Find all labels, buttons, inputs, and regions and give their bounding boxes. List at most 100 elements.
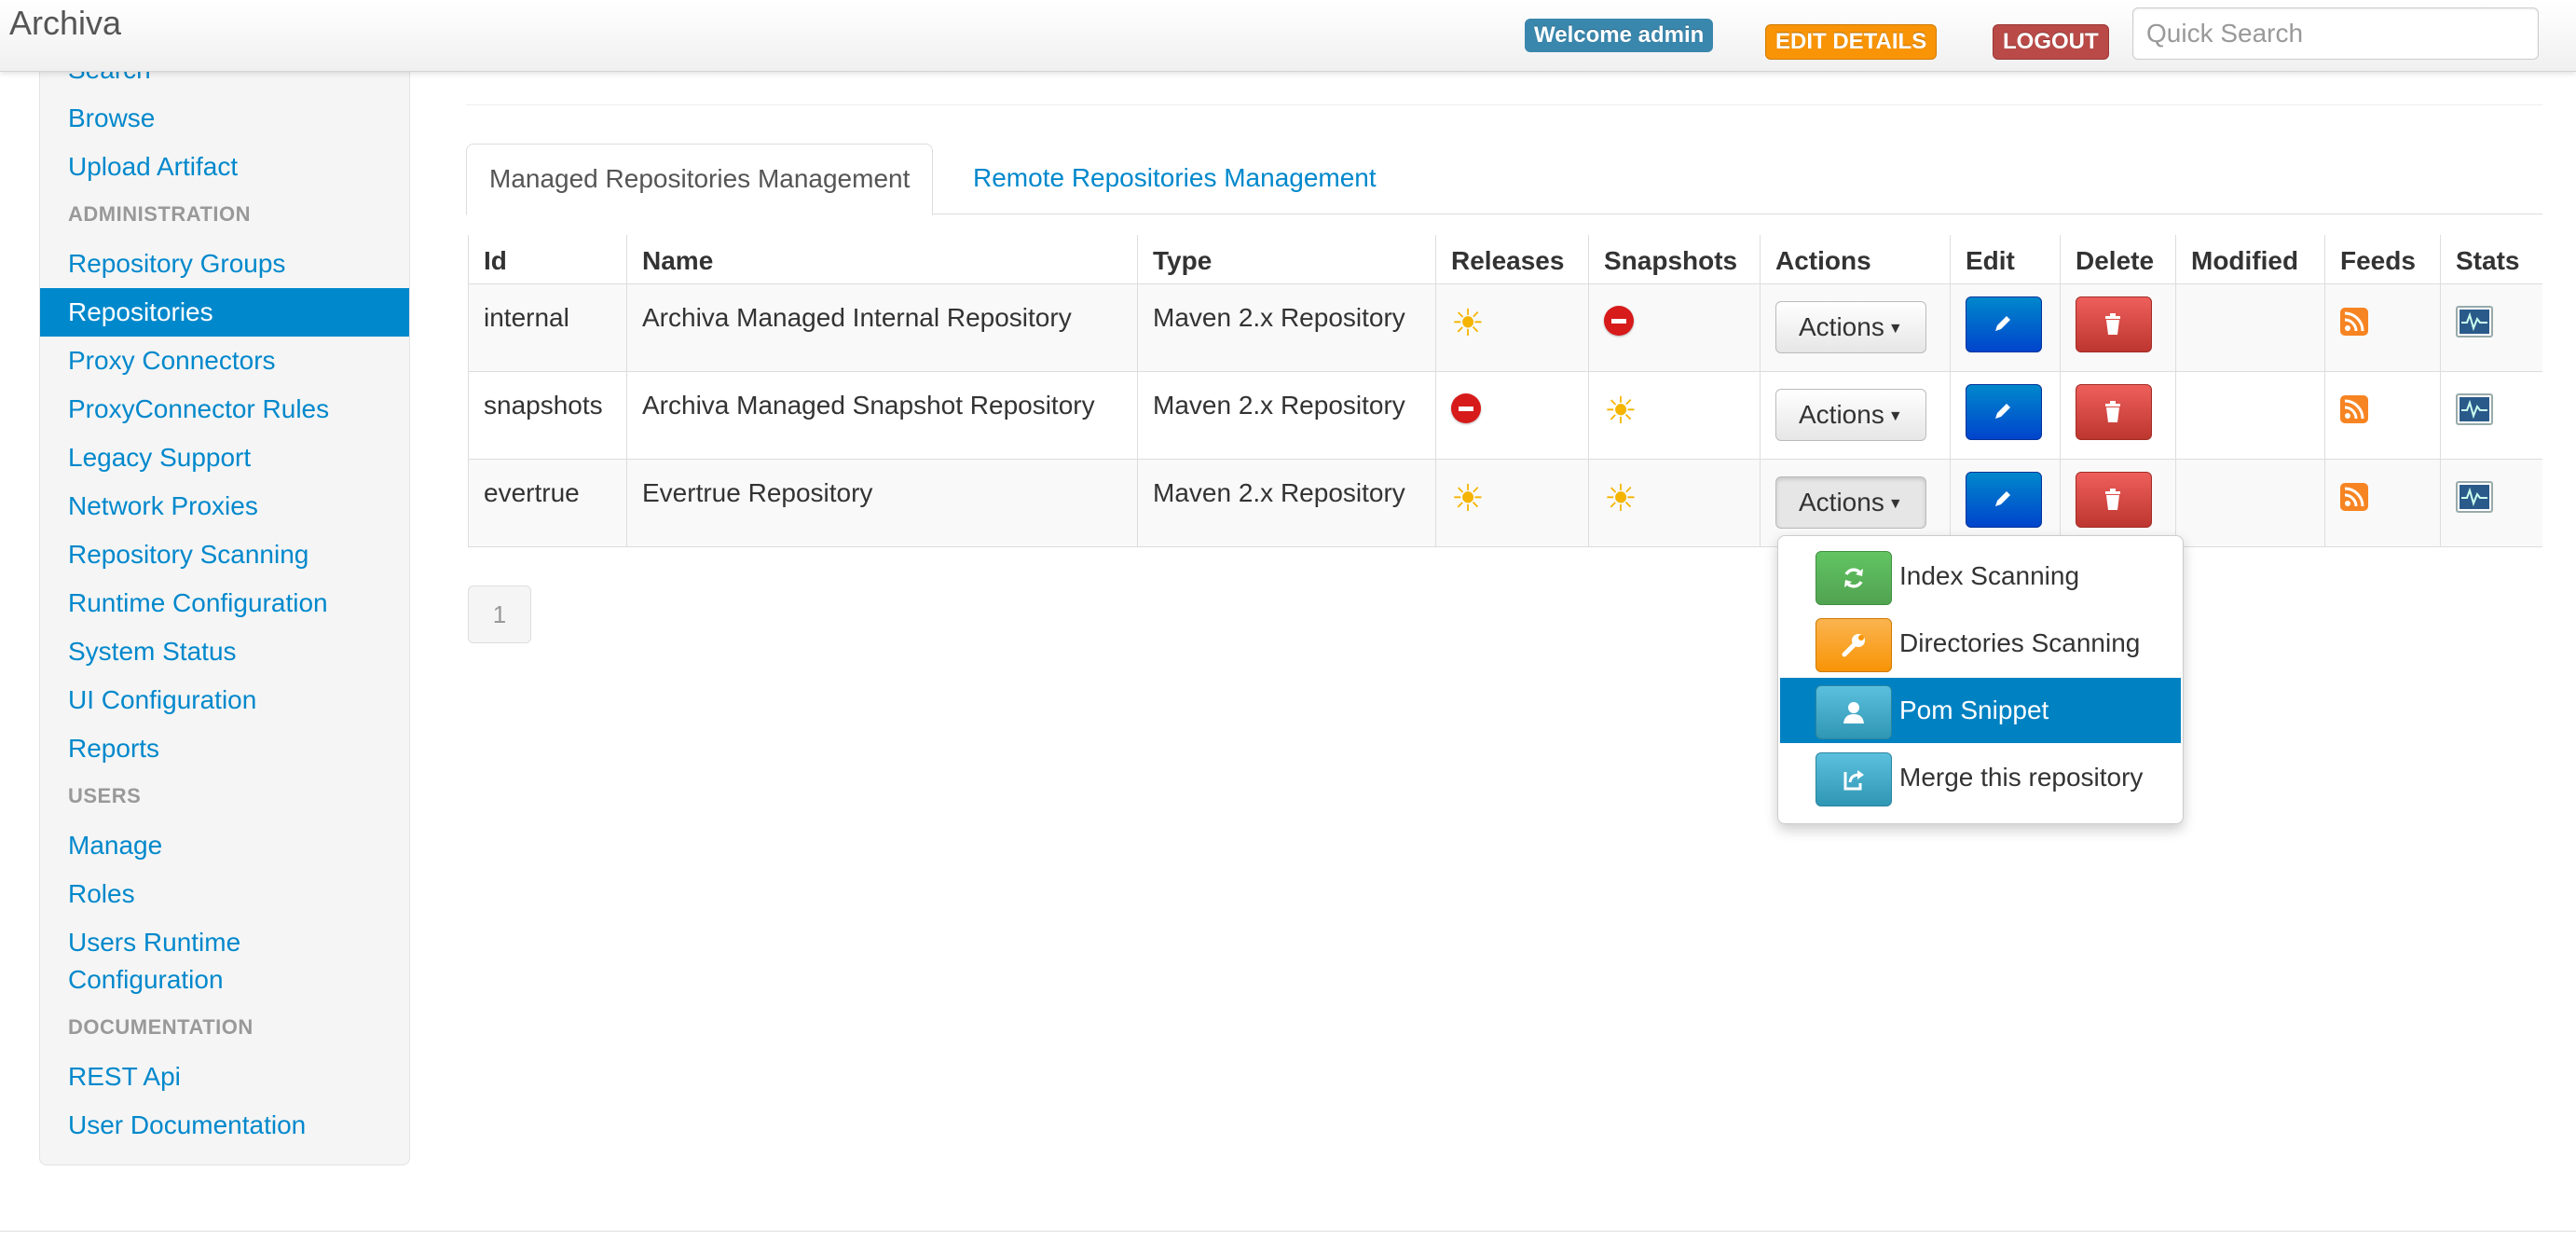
sidebar-item-system-status[interactable]: System Status	[40, 627, 409, 676]
sun-icon: ☀	[1604, 478, 1637, 519]
sidebar-item-legacy-support[interactable]: Legacy Support	[40, 434, 409, 482]
actions-label: Actions	[1799, 312, 1884, 341]
table-row: evertrue Evertrue Repository Maven 2.x R…	[468, 458, 2542, 547]
welcome-label: Welcome admin	[1525, 19, 1714, 52]
sidebar-item-users-runtime-configuration[interactable]: Users Runtime Configuration	[40, 924, 320, 999]
repo-id: evertrue	[484, 478, 580, 507]
delete-button[interactable]	[2076, 471, 2152, 528]
sidebar-item-rest-api[interactable]: REST Api	[40, 1053, 409, 1101]
menu-item-label: Pom Snippet	[1899, 696, 2049, 724]
repo-id: snapshots	[484, 391, 603, 420]
stats-icon[interactable]	[2456, 393, 2493, 425]
sidebar-item-reports[interactable]: Reports	[40, 724, 409, 773]
pencil-icon	[1995, 490, 2010, 506]
rss-feed-icon[interactable]	[2340, 483, 2368, 511]
sidebar-item-repositories[interactable]: Repositories	[40, 288, 409, 337]
pagination-page-1[interactable]: 1	[468, 586, 531, 643]
no-entry-icon	[1604, 306, 1634, 336]
repo-name: Archiva Managed Internal Repository	[642, 303, 1072, 332]
column-header-snapshots[interactable]: Snapshots	[1588, 235, 1761, 283]
tab-managed-repositories[interactable]: Managed Repositories Management	[466, 144, 934, 215]
sidebar-header-documentation: DOCUMENTATION	[68, 1015, 253, 1039]
caret-down-icon: ▼	[1887, 407, 1903, 424]
brand-logo[interactable]: Archiva	[9, 4, 121, 43]
actions-label: Actions	[1799, 488, 1884, 517]
menu-item-index-scanning[interactable]: Index Scanning	[1780, 544, 2181, 609]
menu-item-directories-scanning[interactable]: Directories Scanning	[1780, 611, 2181, 676]
menu-item-pom-snippet[interactable]: Pom Snippet	[1780, 678, 2181, 743]
caret-down-icon: ▼	[1887, 320, 1903, 337]
sidebar-item-user-documentation[interactable]: User Documentation	[40, 1101, 409, 1150]
edit-button[interactable]	[1966, 296, 2042, 352]
page-header-divider	[466, 104, 2542, 105]
sidebar-item-runtime-configuration[interactable]: Runtime Configuration	[40, 579, 409, 627]
quick-search-input[interactable]	[2132, 7, 2539, 60]
table-row: snapshots Archiva Managed Snapshot Repos…	[468, 370, 2542, 459]
edit-button[interactable]	[1966, 383, 2042, 440]
sun-icon: ☀	[1451, 478, 1485, 519]
actions-dropdown-menu: Index Scanning Directories Scanning Pom …	[1777, 535, 2184, 824]
sidebar-item-manage[interactable]: Manage	[40, 821, 409, 870]
pencil-icon	[1995, 403, 2010, 419]
sidebar-item-ui-configuration[interactable]: UI Configuration	[40, 676, 409, 724]
menu-item-label: Merge this repository	[1899, 763, 2144, 792]
column-header-id[interactable]: Id	[468, 235, 627, 283]
trash-icon	[2105, 312, 2120, 335]
user-icon	[1816, 685, 1892, 739]
share-icon	[1816, 752, 1892, 806]
stats-icon[interactable]	[2456, 481, 2493, 513]
sidebar-item-repository-scanning[interactable]: Repository Scanning	[40, 531, 409, 579]
actions-dropdown-button[interactable]: Actions ▼	[1775, 301, 1926, 353]
repo-type: Maven 2.x Repository	[1153, 478, 1405, 507]
trash-icon	[2105, 488, 2120, 510]
sidebar-item-upload-artifact[interactable]: Upload Artifact	[40, 143, 409, 191]
trash-icon	[2105, 400, 2120, 422]
rss-feed-icon[interactable]	[2340, 395, 2368, 423]
repo-name: Evertrue Repository	[642, 478, 873, 507]
logout-button[interactable]: LOGOUT	[1993, 24, 2109, 60]
refresh-icon	[1816, 551, 1892, 605]
sidebar-item-network-proxies[interactable]: Network Proxies	[40, 482, 409, 531]
table-row: internal Archiva Managed Internal Reposi…	[468, 282, 2542, 371]
repo-type: Maven 2.x Repository	[1153, 303, 1405, 332]
stats-icon[interactable]	[2456, 306, 2493, 338]
actions-dropdown-button[interactable]: Actions ▼	[1775, 476, 1926, 529]
no-entry-icon	[1451, 393, 1481, 423]
column-header-name[interactable]: Name	[626, 235, 1138, 283]
column-header-feeds: Feeds	[2324, 235, 2441, 283]
repo-id: internal	[484, 303, 569, 332]
sidebar-item-browse[interactable]: Browse	[40, 94, 409, 143]
top-navbar: Archiva Welcome admin EDIT DETAILS LOGOU…	[0, 0, 2576, 72]
actions-dropdown-button[interactable]: Actions ▼	[1775, 389, 1926, 441]
sidebar-item-roles[interactable]: Roles	[40, 870, 409, 918]
sun-icon: ☀	[1451, 303, 1485, 344]
sidebar-item-repository-groups[interactable]: Repository Groups	[40, 240, 409, 288]
wrench-icon	[1816, 618, 1892, 672]
sidebar: Search Browse Upload Artifact ADMINISTRA…	[39, 0, 410, 1165]
edit-button[interactable]	[1966, 471, 2042, 528]
delete-button[interactable]	[2076, 296, 2152, 352]
column-header-edit: Edit	[1950, 235, 2061, 283]
sidebar-header-users: USERS	[68, 784, 142, 807]
sidebar-header-administration: ADMINISTRATION	[68, 202, 252, 226]
managed-repositories-table: Id Name Type Releases Snapshots Actions …	[468, 235, 2542, 547]
caret-down-icon: ▼	[1887, 495, 1903, 512]
menu-item-merge-repository[interactable]: Merge this repository	[1780, 745, 2181, 810]
menu-item-label: Index Scanning	[1899, 561, 2080, 590]
edit-details-button[interactable]: EDIT DETAILS	[1765, 24, 1938, 60]
repo-name: Archiva Managed Snapshot Repository	[642, 391, 1095, 420]
delete-button[interactable]	[2076, 383, 2152, 440]
repo-type: Maven 2.x Repository	[1153, 391, 1405, 420]
pencil-icon	[1995, 315, 2010, 331]
tab-remote-repositories[interactable]: Remote Repositories Management	[951, 144, 1399, 213]
rss-feed-icon[interactable]	[2340, 308, 2368, 336]
footer-divider	[0, 1231, 2576, 1232]
sidebar-item-proxyconnector-rules[interactable]: ProxyConnector Rules	[40, 385, 409, 434]
column-header-type[interactable]: Type	[1137, 235, 1436, 283]
column-header-delete: Delete	[2060, 235, 2176, 283]
sidebar-item-proxy-connectors[interactable]: Proxy Connectors	[40, 337, 409, 385]
column-header-releases[interactable]: Releases	[1435, 235, 1589, 283]
column-header-actions: Actions	[1760, 235, 1951, 283]
column-header-stats: Stats	[2440, 235, 2542, 283]
actions-label: Actions	[1799, 400, 1884, 429]
